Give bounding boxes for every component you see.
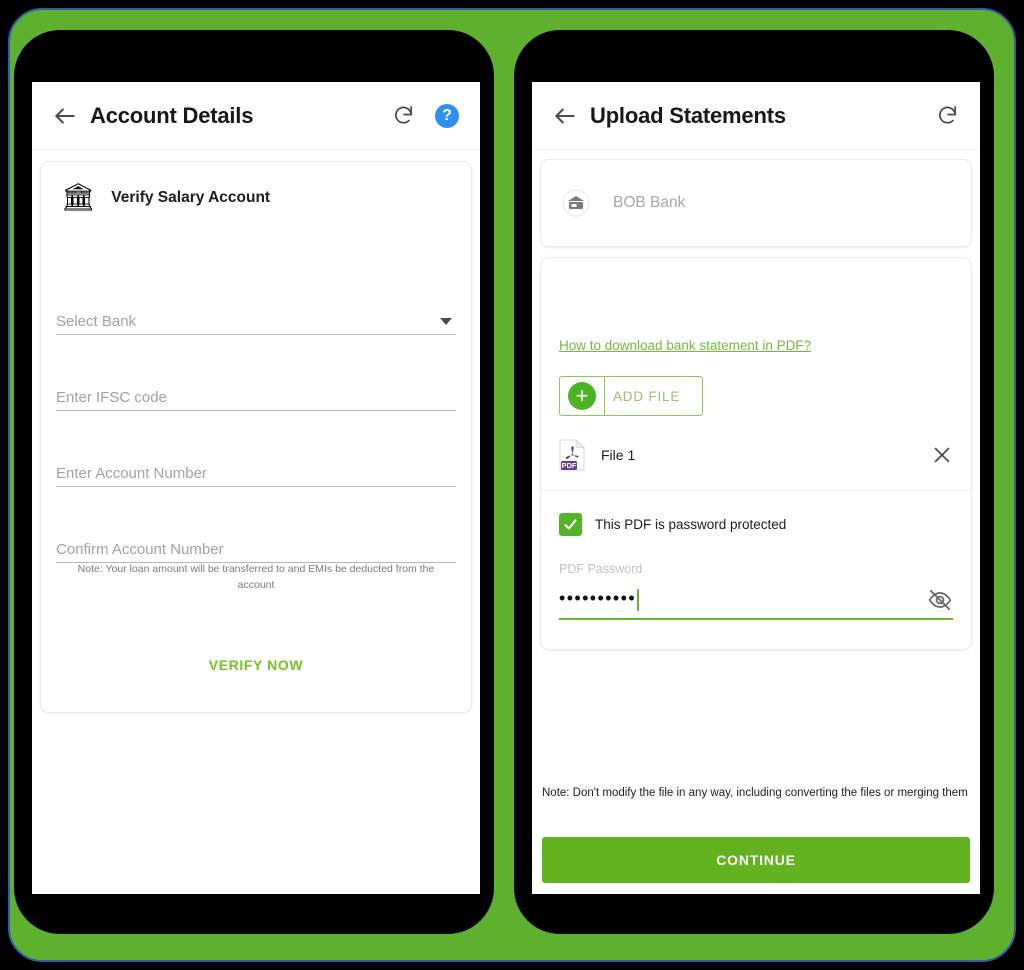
confirm-account-number-placeholder: Confirm Account Number bbox=[56, 541, 224, 558]
page-body-right: BOB Bank How to download bank statement … bbox=[532, 159, 980, 894]
pdf-password-value: •••••••••• bbox=[559, 588, 637, 608]
chevron-down-icon bbox=[440, 318, 452, 325]
appbar-left: Account Details ? bbox=[32, 82, 480, 149]
pdf-password-input[interactable]: •••••••••• bbox=[559, 584, 953, 620]
back-arrow-icon[interactable] bbox=[550, 101, 580, 131]
text-caret bbox=[637, 588, 640, 611]
selected-bank-row[interactable]: BOB Bank bbox=[540, 159, 972, 247]
close-icon[interactable] bbox=[931, 444, 953, 466]
confirm-account-number-input[interactable]: Confirm Account Number bbox=[56, 527, 456, 563]
account-number-placeholder: Enter Account Number bbox=[56, 465, 207, 482]
page-title: Upload Statements bbox=[590, 102, 786, 128]
divider bbox=[541, 490, 971, 491]
pdf-password-label: PDF Password bbox=[559, 562, 643, 576]
bank-name-label: BOB Bank bbox=[613, 194, 686, 211]
verify-salary-account-card: 🏛 Verify Salary Account Select Bank Ente… bbox=[40, 161, 472, 713]
verify-card-header: 🏛 Verify Salary Account bbox=[55, 184, 457, 211]
password-protected-label: This PDF is password protected bbox=[595, 517, 787, 532]
select-bank-placeholder: Select Bank bbox=[56, 313, 137, 330]
add-file-button[interactable]: + ADD FILE bbox=[559, 376, 704, 416]
list-item: PDF File 1 bbox=[559, 433, 953, 477]
add-file-label: ADD FILE bbox=[604, 377, 702, 415]
verify-now-button[interactable]: VERIFY NOW bbox=[41, 657, 471, 673]
password-protected-checkbox-row[interactable]: This PDF is password protected bbox=[559, 513, 786, 536]
how-to-download-link[interactable]: How to download bank statement in PDF? bbox=[559, 338, 811, 353]
help-icon-label: ? bbox=[435, 103, 459, 128]
bank-building-icon bbox=[562, 189, 590, 217]
eye-off-icon[interactable] bbox=[927, 587, 953, 613]
checkbox-checked-icon[interactable] bbox=[559, 513, 582, 536]
plus-circle-icon: + bbox=[568, 382, 596, 410]
page-title: Account Details bbox=[90, 102, 254, 128]
phone-device-left: Account Details ? 🏛 Verify Salary Accoun… bbox=[14, 30, 494, 934]
account-form-fields: Select Bank Enter IFSC code Enter Accoun… bbox=[55, 299, 457, 563]
ifsc-code-placeholder: Enter IFSC code bbox=[56, 389, 167, 406]
screen-upload-statements: Upload Statements BOB Bank How to downlo… bbox=[532, 82, 980, 894]
select-bank-dropdown[interactable]: Select Bank bbox=[56, 299, 456, 335]
help-icon[interactable]: ? bbox=[432, 101, 462, 131]
upload-files-card: How to download bank statement in PDF? +… bbox=[540, 257, 972, 650]
pdf-file-icon: PDF bbox=[559, 439, 585, 471]
classical-bank-icon: 🏛 bbox=[61, 182, 96, 212]
appbar-right: Upload Statements bbox=[532, 82, 980, 149]
page-body-left: 🏛 Verify Salary Account Select Bank Ente… bbox=[32, 161, 480, 894]
svg-text:PDF: PDF bbox=[562, 461, 577, 470]
verify-card-note: Note: Your loan amount will be transferr… bbox=[77, 563, 435, 591]
back-arrow-icon[interactable] bbox=[50, 101, 80, 131]
verify-card-title: Verify Salary Account bbox=[111, 188, 271, 206]
refresh-icon[interactable] bbox=[932, 101, 962, 131]
upload-bottom-note: Note: Don't modify the file in any way, … bbox=[542, 787, 968, 799]
screen-account-details: Account Details ? 🏛 Verify Salary Accoun… bbox=[32, 82, 480, 894]
ifsc-code-input[interactable]: Enter IFSC code bbox=[56, 375, 456, 411]
continue-button[interactable]: CONTINUE bbox=[542, 837, 970, 883]
phone-device-right: Upload Statements BOB Bank How to downlo… bbox=[514, 30, 994, 934]
account-number-input[interactable]: Enter Account Number bbox=[56, 451, 456, 487]
refresh-icon[interactable] bbox=[388, 101, 418, 131]
file-name-label: File 1 bbox=[601, 447, 636, 463]
